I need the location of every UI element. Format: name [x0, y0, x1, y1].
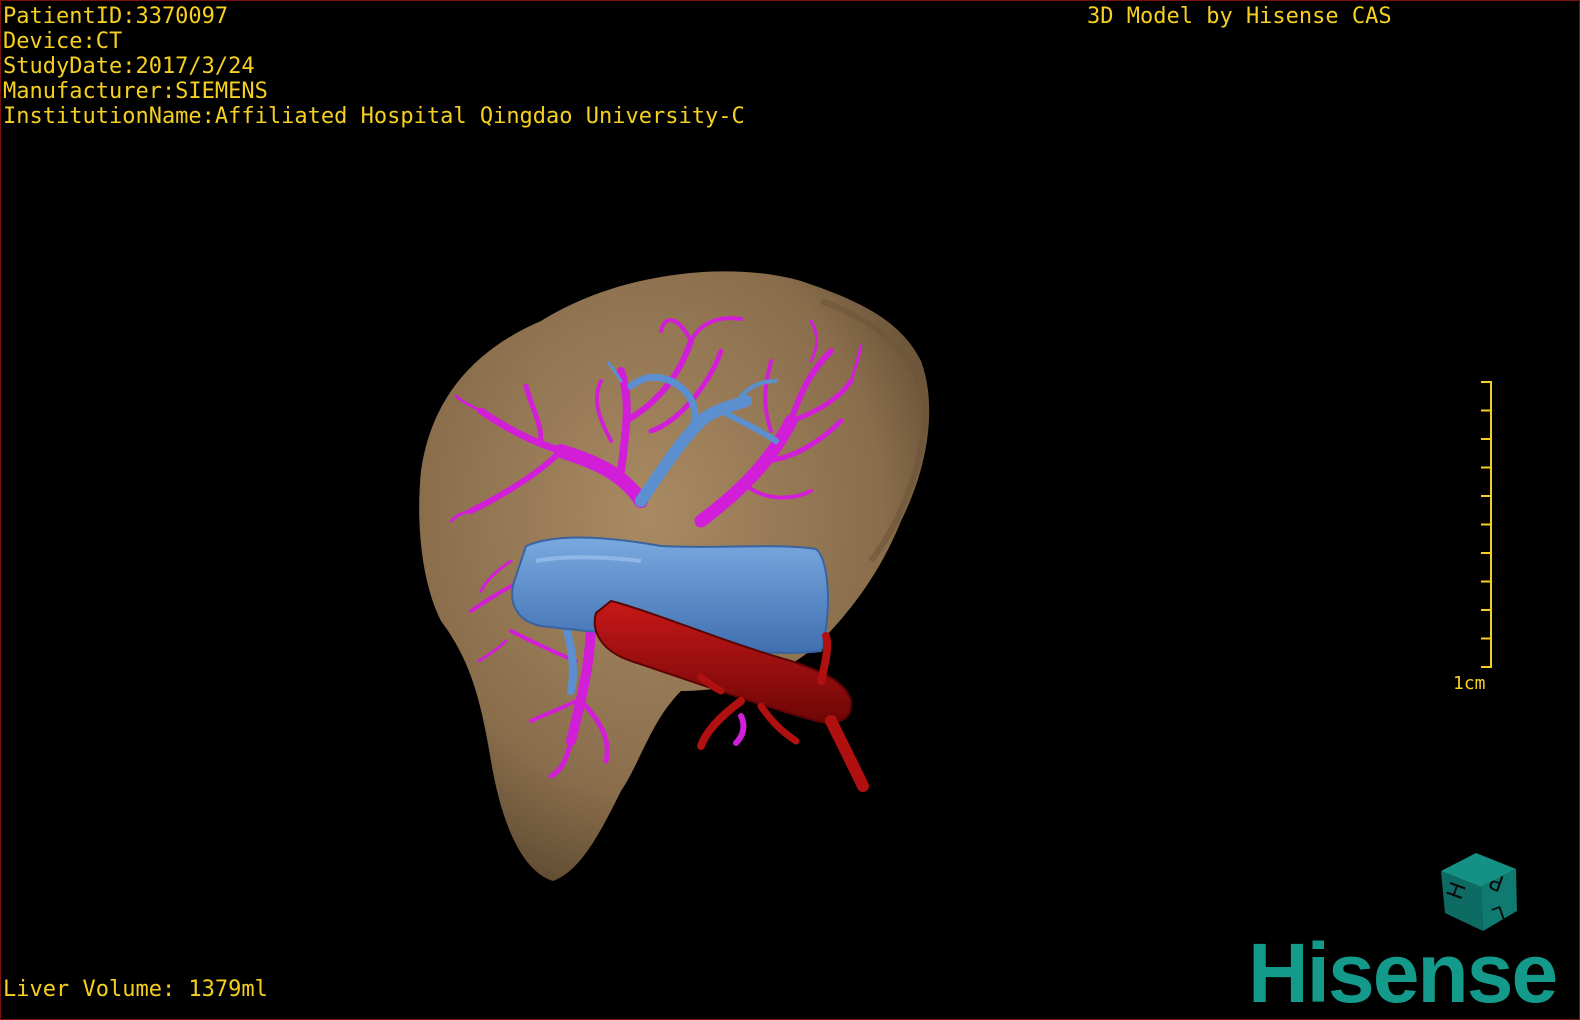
- scale-bar: [1481, 381, 1492, 668]
- scale-ticks: [1481, 381, 1491, 668]
- liver-volume: Liver Volume: 1379ml: [3, 977, 268, 1002]
- 3d-viewport[interactable]: PatientID:3370097 Device:CT StudyDate:20…: [0, 0, 1580, 1020]
- orientation-cube[interactable]: H P L: [1431, 841, 1526, 936]
- liver-3d-model[interactable]: [1, 1, 1580, 1020]
- scale-label: 1cm: [1453, 673, 1486, 694]
- hisense-logo: Hisense: [1248, 926, 1558, 1020]
